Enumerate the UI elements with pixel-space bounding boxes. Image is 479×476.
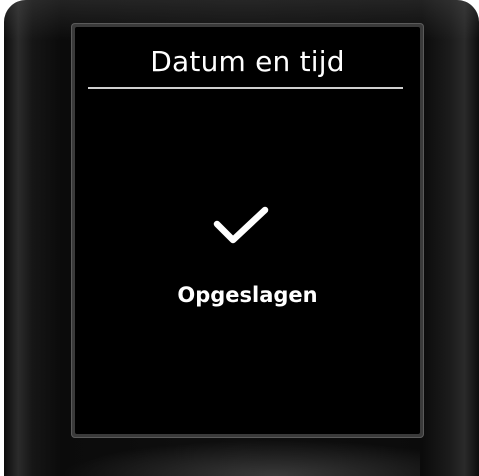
checkmark-icon [213,206,269,244]
housing-bottom-highlight [60,440,420,476]
screen-title: Datum en tijd [150,45,345,78]
display-screen: Datum en tijd Opgeslagen [75,27,420,434]
title-divider [88,87,403,89]
confirmation-message: Opgeslagen [177,283,318,307]
phone-frame: Datum en tijd Opgeslagen [0,0,479,476]
